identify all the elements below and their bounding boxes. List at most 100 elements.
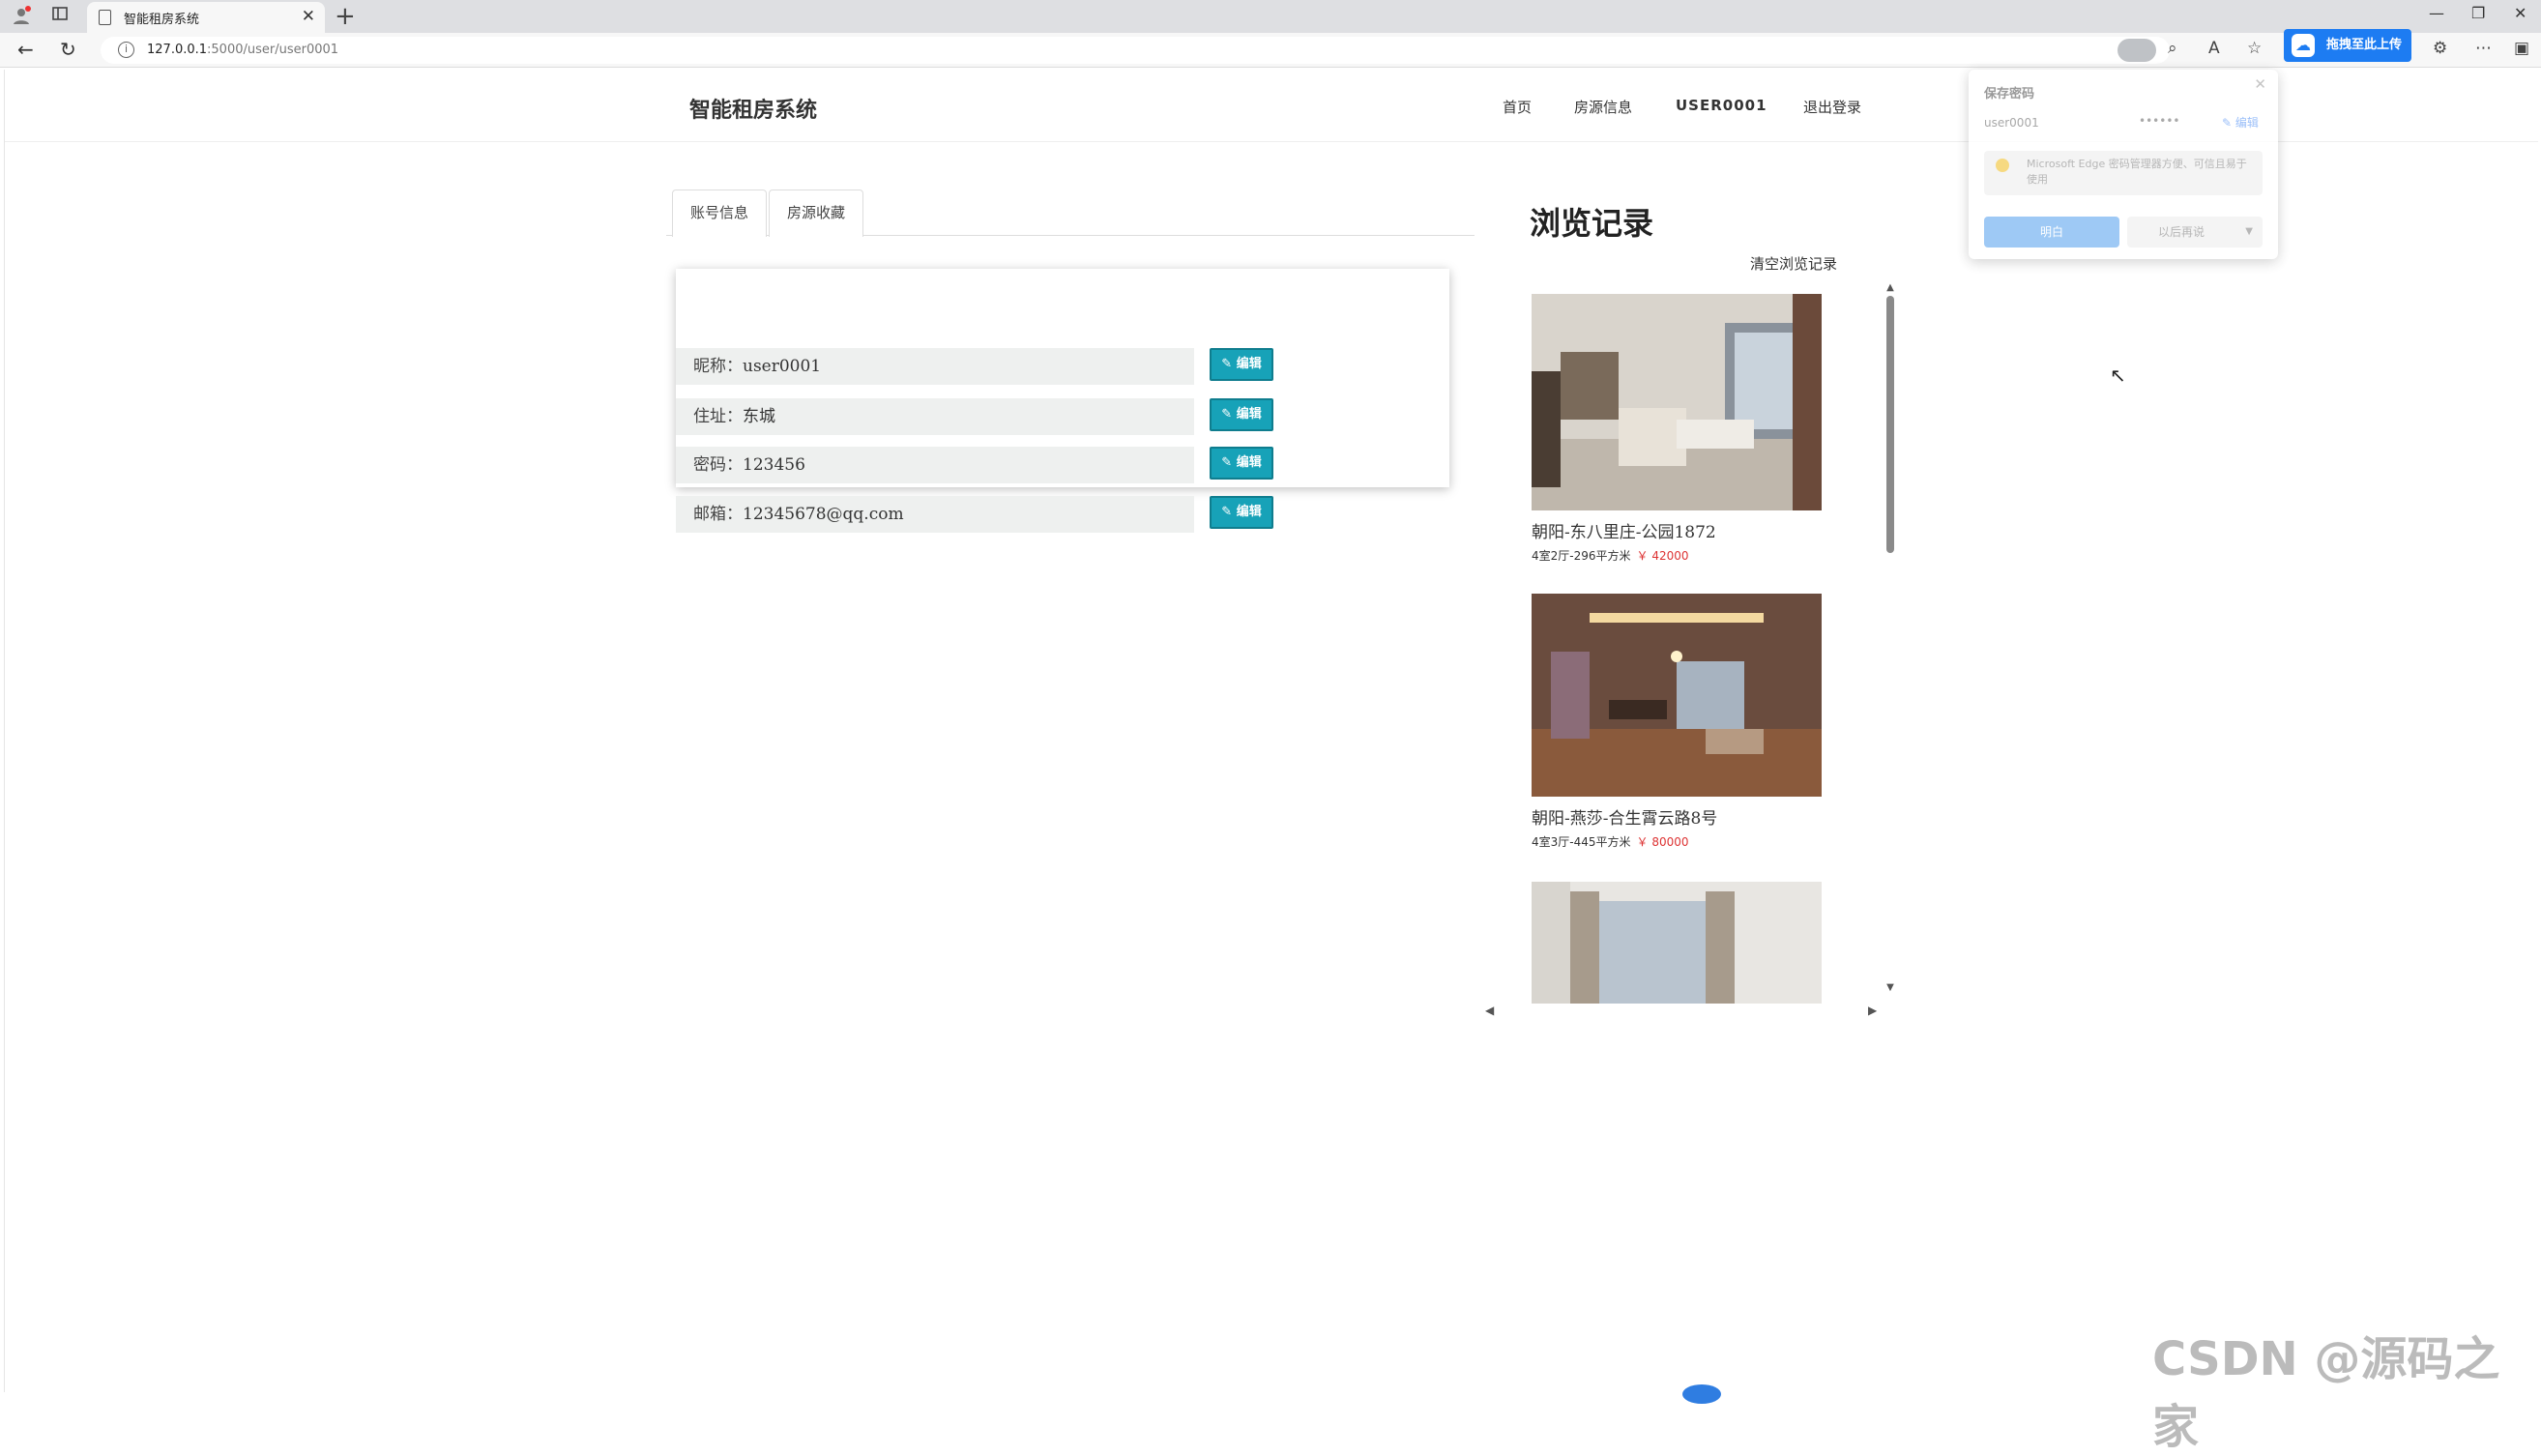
popup-close-icon[interactable]: ✕ bbox=[2254, 75, 2266, 93]
url-text: 127.0.0.1:5000/user/user0001 bbox=[147, 43, 338, 57]
baidu-upload-button[interactable]: ☁ 拖拽至此上传 bbox=[2284, 29, 2411, 62]
chevron-down-icon[interactable]: ▼ bbox=[2245, 217, 2253, 248]
house-meta bbox=[1532, 1027, 1537, 1040]
edit-label: 编辑 bbox=[1236, 505, 1262, 519]
account-row-email: 邮箱：12345678@qq.com ✎ 编辑 bbox=[676, 496, 1449, 535]
nav-home[interactable]: 首页 bbox=[1503, 97, 1532, 117]
popup-info-text: Microsoft Edge 密码管理器方便、可信且易于使用 bbox=[2027, 158, 2247, 186]
field-label: 密码： bbox=[693, 455, 743, 475]
mouse-cursor-icon: ↖ bbox=[2110, 364, 2126, 387]
account-row-nickname: 昵称：user0001 ✎ 编辑 bbox=[676, 348, 1449, 387]
edit-nickname-button[interactable]: ✎ 编辑 bbox=[1210, 348, 1273, 381]
browser-tab-active[interactable]: 智能租房系统 ✕ bbox=[87, 2, 325, 33]
edit-label: 编辑 bbox=[1236, 455, 1262, 470]
site-brand[interactable]: 智能租房系统 bbox=[689, 93, 817, 124]
house-price: ￥ 42000 bbox=[1636, 549, 1689, 563]
edit-label: 编辑 bbox=[1236, 357, 1262, 371]
edit-address-button[interactable]: ✎ 编辑 bbox=[1210, 398, 1273, 431]
url-host: 127.0.0.1 bbox=[147, 43, 208, 57]
more-icon[interactable]: ⋯ bbox=[2475, 39, 2492, 58]
field-label: 邮箱： bbox=[693, 505, 743, 524]
house-name[interactable]: 朝阳-东八里庄-公园1872 bbox=[1532, 518, 1716, 542]
lightbulb-icon bbox=[1996, 159, 2009, 172]
popup-title: 保存密码 bbox=[1984, 87, 2035, 102]
profile-tabs: 账号信息 房源收藏 bbox=[666, 189, 1475, 237]
history-title: 浏览记录 bbox=[1530, 205, 1654, 242]
popup-edit-link[interactable]: ✎ 编辑 bbox=[2222, 114, 2259, 131]
history-item[interactable] bbox=[1532, 882, 1822, 1007]
house-photo[interactable] bbox=[1532, 882, 1822, 1004]
floating-badge[interactable] bbox=[1682, 1384, 1721, 1404]
new-tab-icon[interactable]: + bbox=[335, 2, 356, 31]
history-item[interactable]: 朝阳-燕莎-合生霄云路8号 4室3厅-445平方米 ￥ 80000 bbox=[1532, 594, 1822, 874]
popup-edit-label: 编辑 bbox=[2234, 116, 2259, 130]
popup-username: user0001 bbox=[1984, 116, 2039, 130]
field-value: 12345678@qq.com bbox=[743, 505, 904, 524]
site-info-icon[interactable]: i bbox=[118, 42, 134, 58]
field-value: user0001 bbox=[743, 357, 822, 376]
tab-account-info[interactable]: 账号信息 bbox=[672, 189, 767, 237]
nav-logout[interactable]: 退出登录 bbox=[1803, 97, 1861, 117]
scroll-down-icon[interactable]: ▼ bbox=[1884, 982, 1897, 993]
field-label: 住址： bbox=[693, 407, 743, 426]
tab-favorites[interactable]: 房源收藏 bbox=[769, 189, 863, 237]
house-price: ￥ 80000 bbox=[1636, 835, 1689, 849]
history-list[interactable]: 朝阳-东八里庄-公园1872 4室2厅-296平方米 ￥ 42000 朝阳-燕莎-… bbox=[1489, 282, 1895, 1092]
clear-history-link[interactable]: 清空浏览记录 bbox=[1750, 253, 1837, 274]
field-value: 东城 bbox=[743, 407, 775, 426]
field-label: 昵称： bbox=[693, 357, 743, 376]
save-password-popup: 保存密码 ✕ user0001 •••••• ✎ 编辑 Microsoft Ed… bbox=[1969, 70, 2278, 259]
browser-tab-title: 智能租房系统 bbox=[124, 13, 200, 27]
edit-email-button[interactable]: ✎ 编辑 bbox=[1210, 496, 1273, 529]
house-layout: 4室3厅-445平方米 bbox=[1532, 835, 1631, 849]
house-photo[interactable] bbox=[1532, 594, 1822, 797]
profile-icon[interactable] bbox=[10, 5, 33, 28]
popup-info-box: Microsoft Edge 密码管理器方便、可信且易于使用 bbox=[1984, 151, 2263, 195]
read-aloud-icon[interactable]: A bbox=[2208, 39, 2220, 58]
page-icon bbox=[99, 10, 111, 25]
history-horizontal-scrollbar[interactable]: ◀ ▶ bbox=[1485, 1004, 1882, 1017]
address-field: 住址：东城 bbox=[676, 398, 1194, 435]
popup-ok-button[interactable]: 明白 bbox=[1984, 217, 2119, 248]
account-row-address: 住址：东城 ✎ 编辑 bbox=[676, 398, 1449, 437]
favorite-star-icon[interactable]: ☆ bbox=[2247, 39, 2262, 58]
account-info-card: 昵称：user0001 ✎ 编辑 住址：东城 ✎ 编辑 密码：123456 ✎ … bbox=[676, 269, 1449, 533]
field-value: 123456 bbox=[743, 455, 805, 475]
edit-password-button[interactable]: ✎ 编辑 bbox=[1210, 447, 1273, 480]
history-vertical-scrollbar[interactable]: ▲ ▼ bbox=[1884, 282, 1897, 1002]
address-toolbar: ← ↻ i 127.0.0.1:5000/user/user0001 bbox=[0, 33, 2541, 68]
scroll-up-icon[interactable]: ▲ bbox=[1884, 282, 1897, 293]
house-photo[interactable] bbox=[1532, 294, 1822, 510]
popup-later-button[interactable]: 以后再说 ▼ bbox=[2127, 217, 2263, 248]
popup-later-label: 以后再说 bbox=[2158, 225, 2205, 239]
nickname-field: 昵称：user0001 bbox=[676, 348, 1194, 385]
url-path: :5000/user/user0001 bbox=[207, 43, 339, 57]
watermark: CSDN @源码之家 bbox=[2152, 1332, 2500, 1454]
zoom-icon[interactable]: ⌕ bbox=[2168, 39, 2177, 58]
restore-icon[interactable]: ❐ bbox=[2471, 4, 2485, 22]
minimize-icon[interactable]: — bbox=[2429, 4, 2444, 22]
close-window-icon[interactable]: ✕ bbox=[2514, 4, 2526, 22]
scroll-right-icon[interactable]: ▶ bbox=[1868, 1004, 1877, 1017]
history-item[interactable]: 朝阳-东八里庄-公园1872 4室2厅-296平方米 ￥ 42000 bbox=[1532, 294, 1822, 574]
email-field: 邮箱：12345678@qq.com bbox=[676, 496, 1194, 533]
popup-password-mask: •••••• bbox=[2139, 114, 2180, 128]
close-tab-icon[interactable]: ✕ bbox=[302, 7, 315, 26]
scroll-thumb[interactable] bbox=[1886, 296, 1894, 553]
house-meta: 4室2厅-296平方米 ￥ 42000 bbox=[1532, 547, 1689, 564]
sidebar-icon[interactable]: ▣ bbox=[2514, 39, 2529, 58]
password-key-icon[interactable] bbox=[2118, 39, 2156, 62]
extension-icon[interactable]: ⚙ bbox=[2433, 39, 2447, 58]
password-field: 密码：123456 bbox=[676, 447, 1194, 483]
nav-listings[interactable]: 房源信息 bbox=[1574, 97, 1632, 117]
reload-icon[interactable]: ↻ bbox=[60, 38, 76, 61]
tab-actions-icon[interactable] bbox=[48, 5, 72, 28]
back-icon[interactable]: ← bbox=[17, 38, 34, 61]
house-name[interactable]: 朝阳-燕莎-合生霄云路8号 bbox=[1532, 804, 1717, 829]
address-bar[interactable]: i 127.0.0.1:5000/user/user0001 bbox=[101, 37, 2170, 64]
edit-label: 编辑 bbox=[1236, 407, 1262, 422]
nav-user[interactable]: USER0001 bbox=[1676, 97, 1767, 114]
house-layout: 4室2厅-296平方米 bbox=[1532, 549, 1631, 563]
scroll-left-icon[interactable]: ◀ bbox=[1485, 1004, 1494, 1017]
browser-tab-strip: 智能租房系统 ✕ + — ❐ ✕ bbox=[0, 0, 2541, 33]
